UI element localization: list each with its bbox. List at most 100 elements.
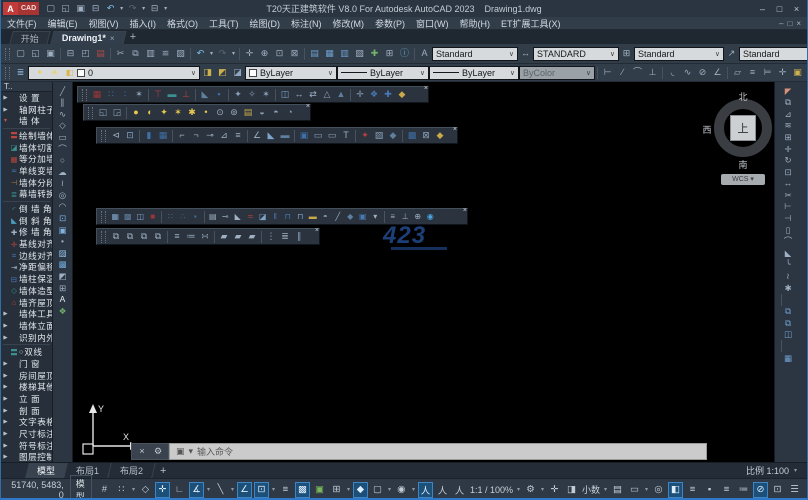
scale-icon[interactable]: ⊡ [779, 166, 797, 178]
annotation-monitor-icon[interactable]: ◉ [394, 482, 409, 498]
toolbar-close-icon[interactable]: × [315, 227, 319, 234]
compass-north-label[interactable]: 北 [695, 90, 774, 103]
menu-tools[interactable]: 工具(T) [209, 19, 239, 29]
combo-arrow-icon[interactable]: ∨ [328, 69, 333, 77]
toolbar-c-20-icon[interactable]: ▩ [405, 129, 419, 143]
sidebar-item-baseline-align[interactable]: ✛基线对齐 [1, 238, 52, 250]
sidebar-item-fix-wall-corner[interactable]: ✚修 墙 角 [1, 227, 52, 239]
toolbar-e-7-icon[interactable]: ∺ [198, 230, 212, 244]
toolbar-e-5-icon[interactable]: ≡ [170, 230, 184, 244]
toolbar-b-1-icon[interactable]: ◱ [96, 106, 110, 120]
toolbar-a-18-icon[interactable]: ✛ [353, 88, 367, 102]
toolbar-b-4-icon[interactable]: ◐ [143, 106, 157, 120]
toolbar-a-11-icon[interactable]: ✧ [245, 88, 259, 102]
lineweight-display-icon[interactable]: ≡ [278, 482, 293, 498]
toolbar-a-14-icon[interactable]: ↔ [292, 88, 306, 102]
quick-properties-icon[interactable]: ▤ [610, 482, 625, 498]
doc-close-button[interactable]: × [796, 19, 801, 28]
line-icon[interactable]: ╱ [54, 85, 72, 97]
units-dropdown-icon[interactable]: ▾ [602, 486, 609, 493]
doc-minimize-button[interactable]: – [779, 19, 783, 28]
workspace-switching-dropdown-icon[interactable]: ▾ [539, 486, 546, 493]
dim-baseline-icon[interactable]: ≡ [745, 65, 760, 80]
chamfer-icon[interactable]: ◣ [779, 247, 797, 259]
toolbar-e-11-icon[interactable]: ⋮ [264, 230, 278, 244]
customization-list-icon[interactable]: ≔ [736, 482, 751, 498]
color-combo[interactable]: ByLayer ∨ [245, 66, 337, 80]
annotation-monitor-dropdown-icon[interactable]: ▾ [410, 486, 417, 493]
close-icon[interactable]: × [136, 444, 148, 459]
toolbar-d-1-icon[interactable]: ▦ [109, 210, 122, 224]
linetype-combo[interactable]: ByLayer ∨ [337, 66, 429, 80]
annotation-scale-value[interactable]: 1:1 / 100% [470, 485, 513, 495]
properties-icon[interactable]: ▤ [307, 46, 322, 61]
toolbar-d-9-icon[interactable]: ⊸ [219, 210, 232, 224]
sidebar-item-edge-align[interactable]: ⌗边线对齐 [1, 250, 52, 262]
close-button[interactable]: × [788, 2, 805, 16]
publish-icon[interactable]: ▤ [93, 46, 108, 61]
toolbar-c-22-icon[interactable]: ◆ [433, 129, 447, 143]
grid-icon[interactable]: # [97, 482, 112, 498]
toolbar-e-12-icon[interactable]: ≣ [278, 230, 292, 244]
layer-properties-icon[interactable]: ≣ [13, 65, 28, 80]
doc-restore-button[interactable]: □ [787, 19, 792, 28]
toolbar-grip[interactable] [5, 48, 10, 60]
plot-icon[interactable]: ▾ [162, 1, 169, 16]
toolbar-e-6-icon[interactable]: ≔ [184, 230, 198, 244]
menu-parametric[interactable]: 参数(P) [375, 19, 405, 29]
sidebar-item-clear-offset[interactable]: ⇥净距偏移 [1, 262, 52, 274]
maximize-button[interactable]: □ [771, 2, 788, 16]
undo-icon[interactable]: ↶ [193, 46, 208, 61]
break-at-point-icon[interactable]: ⊣ [779, 213, 797, 225]
redo-icon[interactable]: ↷ [125, 1, 140, 16]
dim-radius-icon[interactable]: ◟ [665, 65, 680, 80]
copy-clip-icon[interactable]: ⧉ [128, 46, 143, 61]
ellipse-icon[interactable]: ◎ [54, 189, 72, 201]
toolbar-c-11-icon[interactable]: ◣ [264, 129, 278, 143]
selection-filter-dropdown-icon[interactable]: ▾ [386, 486, 393, 493]
dim-style-combo[interactable]: STANDARD ∨ [533, 47, 619, 61]
toolbar-b-6-icon[interactable]: ✶ [171, 106, 185, 120]
circle-icon[interactable]: ○ [54, 155, 72, 167]
blend-curves-icon[interactable]: ≀ [779, 271, 797, 283]
polyline-icon[interactable]: ∿ [54, 108, 72, 120]
table-style-icon[interactable]: ⊞ [619, 46, 634, 61]
toolbar-e-1-icon[interactable]: ⧉ [109, 230, 123, 244]
screen-menu-header[interactable]: T.. [1, 82, 52, 92]
qopen-icon[interactable]: ◱ [58, 1, 73, 16]
viewcube-top-face[interactable]: 上 [730, 115, 756, 141]
dynamic-ucs-icon[interactable]: ◆ [353, 482, 368, 498]
menu-file[interactable]: 文件(F) [7, 19, 37, 29]
sidebar-item-wall-shape[interactable]: ◇墙体造型 [1, 285, 52, 297]
table-style-combo[interactable]: Standard ∨ [634, 47, 724, 61]
dim-style-icon[interactable]: ↔ [518, 46, 533, 61]
region-icon[interactable]: ◩ [54, 271, 72, 283]
menu-express-tools[interactable]: ET扩展工具(X) [501, 19, 561, 29]
toolbar-c-17-icon[interactable]: ✦ [358, 129, 372, 143]
fullscreen-icon[interactable]: ⊡ [770, 482, 785, 498]
selection-filter-icon[interactable]: ▢ [370, 482, 385, 498]
toolbar-c-1-icon[interactable]: ⊲ [109, 129, 123, 143]
sidebar-item-section[interactable]: ▶剖 面 [1, 405, 52, 417]
mleader-style-icon[interactable]: ↗ [724, 46, 739, 61]
extend-icon[interactable]: ⊢ [779, 201, 797, 213]
tool-palettes-icon[interactable]: ▥ [337, 46, 352, 61]
isodraft-icon[interactable]: ╲ [213, 482, 228, 498]
toolbar-a-6-icon[interactable]: ▬ [165, 88, 179, 102]
toolbar-grip[interactable] [5, 67, 10, 79]
help-icon[interactable]: ⓘ [397, 46, 412, 61]
workspace-switching-icon[interactable]: ⚙ [523, 482, 538, 498]
double-line-radio[interactable]: ○ [19, 349, 23, 356]
layer-lock-icon[interactable]: ◧ [62, 66, 77, 80]
crosshair-icon[interactable]: ✛ [547, 482, 562, 498]
combo-arrow-icon[interactable]: ∨ [610, 50, 615, 58]
match-properties-icon[interactable]: ≌ [158, 46, 173, 61]
spline-icon[interactable]: ≀ [54, 178, 72, 190]
toolbar-a-1-icon[interactable]: ▦ [90, 88, 104, 102]
toolbar-close-icon[interactable]: × [306, 103, 310, 110]
toolbar-a-20-icon[interactable]: ✚ [381, 88, 395, 102]
save-as-icon[interactable]: ⊟ [88, 1, 103, 16]
paste-icon[interactable]: ▥ [143, 46, 158, 61]
zoom-window-icon[interactable]: ⊡ [272, 46, 287, 61]
toolbar-d-14-icon[interactable]: ⊓ [282, 210, 295, 224]
